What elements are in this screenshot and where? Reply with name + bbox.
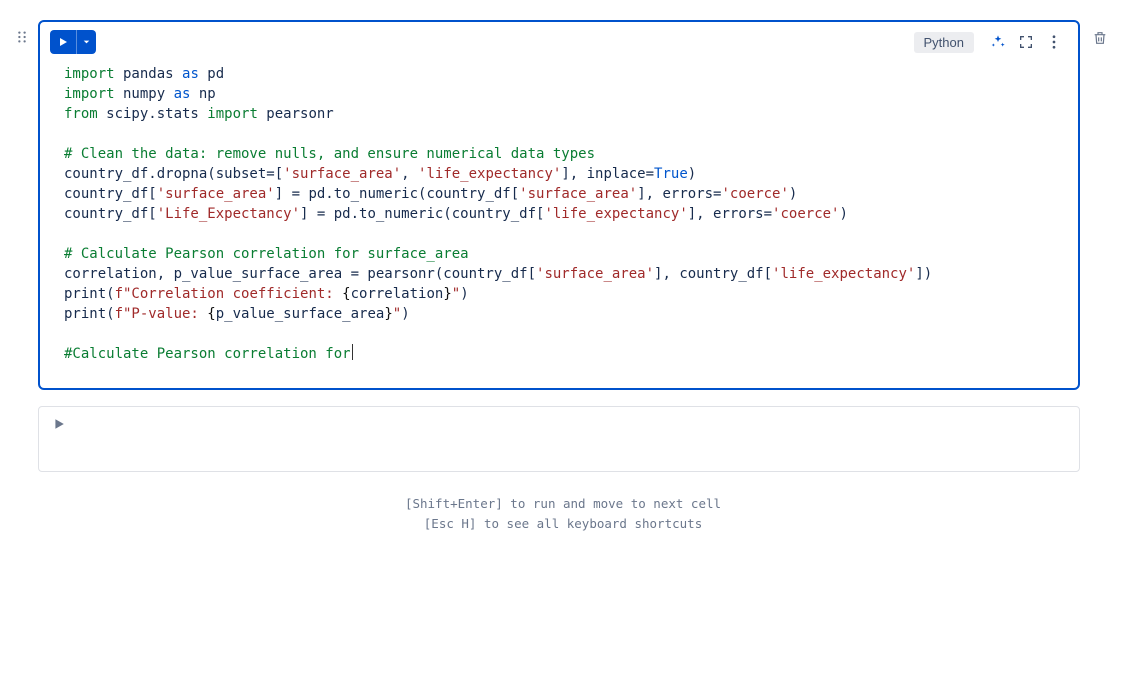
- code-cell-idle[interactable]: [38, 406, 1080, 472]
- drag-handle-placeholder: [14, 406, 30, 416]
- hint-shortcuts: [Esc H] to see all keyboard shortcuts: [14, 514, 1112, 534]
- expand-icon[interactable]: [1012, 28, 1040, 56]
- run-button-group: [50, 30, 96, 54]
- trash-placeholder: [1088, 406, 1112, 416]
- run-idle-icon[interactable]: [53, 417, 65, 435]
- text-cursor: [352, 344, 353, 360]
- active-cell-row: Python import pandas as pd import numpy …: [14, 20, 1112, 390]
- cell-toolbar: Python: [40, 22, 1078, 58]
- run-button[interactable]: [50, 30, 76, 54]
- hint-run: [Shift+Enter] to run and move to next ce…: [14, 494, 1112, 514]
- delete-cell-icon[interactable]: [1088, 20, 1112, 46]
- language-badge[interactable]: Python: [914, 32, 974, 53]
- run-dropdown-button[interactable]: [76, 30, 96, 54]
- drag-handle-icon[interactable]: [14, 20, 30, 44]
- more-icon[interactable]: [1040, 28, 1068, 56]
- ai-sparkle-icon[interactable]: [984, 28, 1012, 56]
- code-cell-active[interactable]: Python import pandas as pd import numpy …: [38, 20, 1080, 390]
- code-editor[interactable]: import pandas as pd import numpy as np f…: [40, 58, 1078, 388]
- idle-cell-row: [14, 406, 1112, 472]
- keyboard-hints: [Shift+Enter] to run and move to next ce…: [14, 494, 1112, 534]
